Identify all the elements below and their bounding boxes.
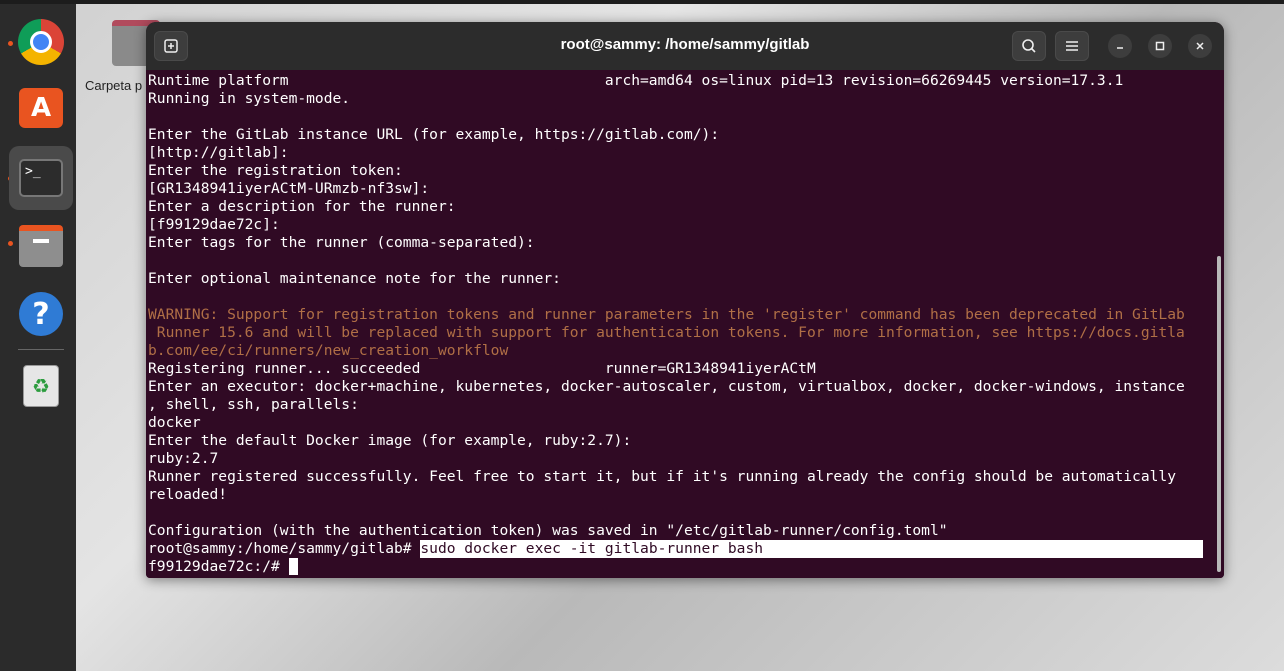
files-icon	[19, 225, 63, 267]
terminal-line: Configuration (with the authentication t…	[148, 522, 948, 539]
terminal-line: Enter the registration token:	[148, 162, 403, 179]
terminal-line: Enter optional maintenance note for the …	[148, 270, 561, 287]
terminal-line: [GR1348941iyerACtM-URmzb-nf3sw]:	[148, 180, 430, 197]
terminal-window: root@sammy: /home/sammy/gitlab Runtime p…	[146, 22, 1224, 578]
command-line: root@sammy:/home/sammy/gitlab# sudo dock…	[148, 540, 1204, 558]
terminal-line: , shell, ssh, parallels:	[148, 396, 359, 413]
top-bar	[0, 0, 1284, 4]
warning-line: WARNING: Support for registration tokens…	[148, 306, 1185, 323]
dock-item-trash[interactable]: ♻	[9, 354, 73, 418]
terminal-line: Runtime platform arch=amd64 os=linux pid…	[148, 72, 1124, 89]
warning-line: b.com/ee/ci/runners/new_creation_workflo…	[148, 342, 509, 359]
terminal-line: Enter tags for the runner (comma-separat…	[148, 234, 535, 251]
text-cursor	[288, 558, 298, 575]
command-line: f99129dae72c:/#	[148, 558, 298, 576]
dock-item-help[interactable]: ?	[9, 282, 73, 346]
terminal-line: Enter an executor: docker+machine, kuber…	[148, 378, 1185, 395]
minimize-icon	[1117, 47, 1123, 49]
terminal-line: Running in system-mode.	[148, 90, 351, 107]
warning-line: Runner 15.6 and will be replaced with su…	[148, 324, 1185, 341]
dock-item-terminal[interactable]: >_	[9, 146, 73, 210]
chrome-icon	[18, 19, 64, 65]
close-icon	[1196, 42, 1204, 50]
shell-prompt: root@sammy:/home/sammy/gitlab#	[148, 540, 421, 557]
terminal-line: Runner registered successfully. Feel fre…	[148, 468, 1176, 485]
dock-item-software[interactable]: A	[9, 76, 73, 140]
close-button[interactable]	[1188, 34, 1212, 58]
terminal-line: Registering runner... succeeded runner=G…	[148, 360, 816, 377]
search-button[interactable]	[1012, 31, 1046, 61]
terminal-output[interactable]: Runtime platform arch=amd64 os=linux pid…	[146, 70, 1224, 578]
desktop-folder-label: Carpeta p	[85, 78, 143, 93]
maximize-icon	[1155, 41, 1165, 51]
terminal-icon: >_	[19, 159, 63, 197]
terminal-line: Enter the GitLab instance URL (for examp…	[148, 126, 720, 143]
terminal-line: reloaded!	[148, 486, 228, 503]
terminal-line: Enter a description for the runner:	[148, 198, 456, 215]
title-bar[interactable]: root@sammy: /home/sammy/gitlab	[146, 22, 1224, 70]
software-icon: A	[19, 88, 63, 128]
terminal-line: [http://gitlab]:	[148, 144, 289, 161]
terminal-line: docker	[148, 414, 201, 431]
dock-item-files[interactable]	[9, 214, 73, 278]
selected-command[interactable]: sudo docker exec -it gitlab-runner bash	[420, 540, 1204, 558]
hamburger-icon	[1066, 41, 1078, 51]
dock-item-chrome[interactable]	[9, 10, 73, 74]
scrollbar[interactable]	[1217, 256, 1221, 572]
trash-icon: ♻	[23, 365, 59, 407]
container-prompt: f99129dae72c:/#	[148, 558, 289, 575]
menu-button[interactable]	[1055, 31, 1089, 61]
maximize-button[interactable]	[1148, 34, 1172, 58]
minimize-button[interactable]	[1108, 34, 1132, 58]
terminal-line: ruby:2.7	[148, 450, 219, 467]
terminal-line: [f99129dae72c]:	[148, 216, 280, 233]
search-icon	[1022, 39, 1036, 53]
help-icon: ?	[19, 292, 63, 336]
dock: A >_ ? ♻	[0, 4, 76, 671]
terminal-line: Enter the default Docker image (for exam…	[148, 432, 632, 449]
dock-separator	[18, 349, 64, 350]
